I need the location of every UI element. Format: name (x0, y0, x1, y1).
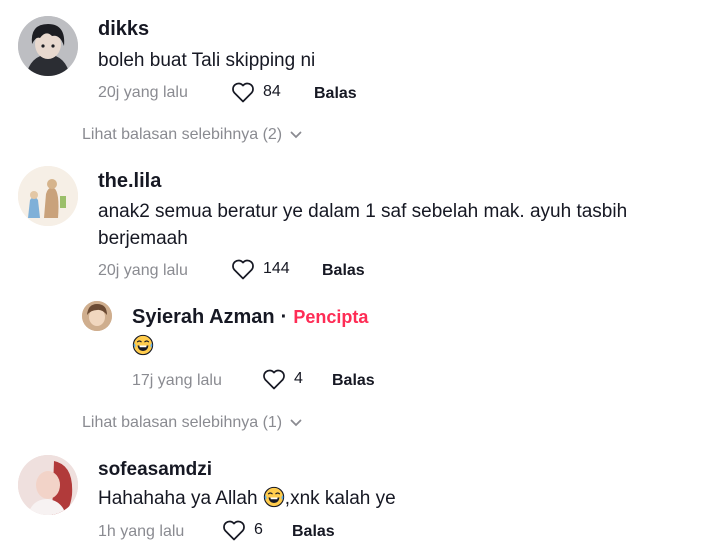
like-count: 144 (263, 260, 290, 277)
comment-timestamp: 20j yang lalu (98, 84, 188, 101)
reply-username[interactable]: Syierah Azman (132, 306, 275, 328)
comment-timestamp: 1h yang lalu (98, 523, 185, 540)
like-button[interactable]: 6 (222, 519, 263, 541)
heart-outline-icon (223, 520, 245, 541)
chevron-down-icon (290, 131, 302, 139)
avatar-the-lila[interactable] (18, 166, 78, 226)
view-more-replies-button[interactable]: Lihat balasan selebihnya (1) (82, 414, 302, 432)
like-button[interactable]: 144 (231, 258, 290, 280)
view-more-replies-label: Lihat balasan selebihnya (2) (82, 126, 283, 143)
laughing-tears-emoji (132, 334, 154, 356)
comment-username[interactable]: dikks (98, 18, 149, 41)
like-count: 6 (254, 521, 263, 538)
comment-text: boleh buat Tali skipping ni (98, 50, 316, 71)
reply-text (132, 333, 154, 360)
comment-timestamp: 20j yang lalu (98, 262, 188, 279)
avatar-syierah-azman[interactable] (82, 301, 112, 331)
laughing-tears-emoji (263, 486, 284, 508)
avatar-sofeasamdzi[interactable] (18, 455, 78, 515)
like-count: 84 (263, 83, 281, 100)
heart-outline-icon (263, 369, 285, 390)
comment-text-line-1: anak2 semua beratur ye dalam 1 saf sebel… (98, 201, 628, 222)
avatar-dikks[interactable] (18, 16, 78, 76)
heart-outline-icon (232, 82, 254, 103)
separator-dot: · (280, 306, 288, 328)
view-more-replies-label: Lihat balasan selebihnya (1) (82, 414, 283, 431)
reply-button[interactable]: Balas (314, 85, 357, 103)
chevron-down-icon (290, 419, 302, 427)
comment-text-before-emoji: Hahahaha ya Allah (98, 488, 263, 509)
creator-badge: Pencipta (293, 307, 369, 327)
heart-outline-icon (232, 259, 254, 280)
comment-text-after-emoji: ,xnk kalah ye (284, 488, 396, 509)
reply-button[interactable]: Balas (332, 372, 375, 390)
like-button[interactable]: 84 (231, 81, 281, 103)
comment-text: Hahahaha ya Allah ,xnk kalah ye (98, 485, 396, 512)
like-count: 4 (294, 370, 303, 387)
comment-username[interactable]: sofeasamdzi (98, 459, 212, 481)
comment-username[interactable]: the.lila (98, 170, 161, 193)
comment-text-line-2: berjemaah (98, 228, 188, 249)
reply-timestamp: 17j yang lalu (132, 372, 222, 389)
reply-button[interactable]: Balas (322, 262, 365, 280)
view-more-replies-button[interactable]: Lihat balasan selebihnya (2) (82, 126, 302, 144)
reply-username-line: Syierah Azman · Pencipta (132, 306, 368, 329)
reply-button[interactable]: Balas (292, 523, 335, 541)
like-button[interactable]: 4 (262, 368, 303, 390)
